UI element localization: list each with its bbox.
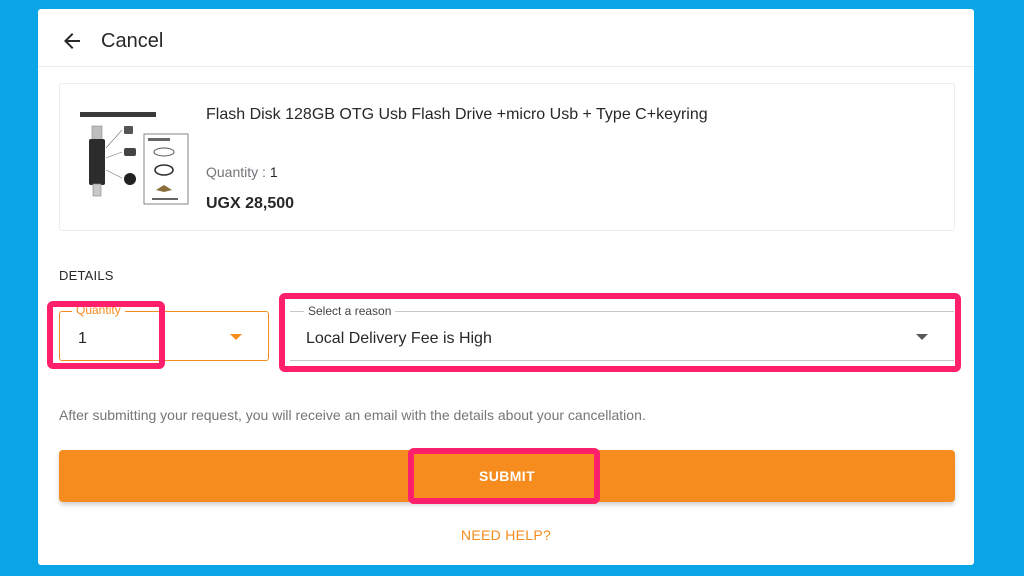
product-price: UGX 28,500 <box>206 195 295 212</box>
quantity-select-label: Quantity <box>72 303 125 317</box>
cancellation-note: After submitting your request, you will … <box>59 407 646 423</box>
quantity-label: Quantity : <box>206 164 270 180</box>
product-name: Flash Disk 128GB OTG Usb Flash Drive +mi… <box>206 106 708 123</box>
product-card: Flash Disk 128GB OTG Usb Flash Drive +mi… <box>59 83 955 231</box>
reason-select[interactable]: Select a reason Local Delivery Fee is Hi… <box>290 304 954 361</box>
quantity-select-value: 1 <box>78 330 87 347</box>
details-section-label: DETAILS <box>59 268 114 283</box>
quantity-value: 1 <box>269 164 278 180</box>
arrow-left-icon[interactable] <box>60 29 84 53</box>
submit-button[interactable]: SUBMIT <box>59 450 955 502</box>
caret-down-icon <box>916 334 928 340</box>
caret-down-icon <box>230 334 242 340</box>
reason-select-label: Select a reason <box>304 304 396 318</box>
cancel-order-panel: Cancel Flash Disk 128GB OTG Usb Flash Dr… <box>38 9 974 565</box>
need-help-link[interactable]: NEED HELP? <box>38 527 974 543</box>
quantity-select[interactable]: Quantity 1 <box>59 303 269 361</box>
product-quantity: Quantity : 1 <box>206 164 278 180</box>
product-image <box>72 108 194 208</box>
page-title: Cancel <box>101 30 164 52</box>
reason-select-value: Local Delivery Fee is High <box>306 330 492 347</box>
page-header: Cancel <box>38 9 974 67</box>
